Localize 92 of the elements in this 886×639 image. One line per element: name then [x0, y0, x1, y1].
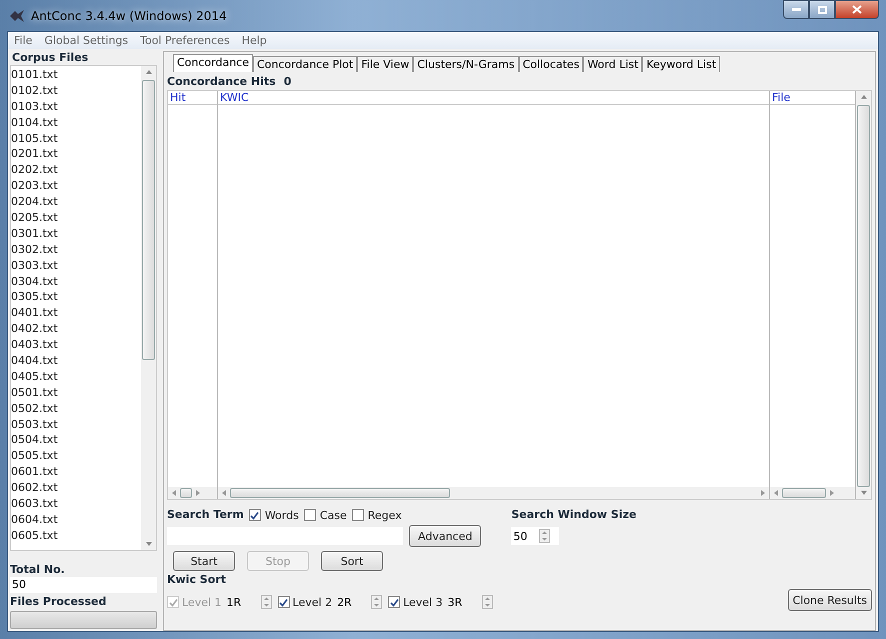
file-item[interactable]: 0601.txt — [11, 464, 141, 480]
file-item[interactable]: 0403.txt — [11, 337, 141, 354]
corpus-files-heading: Corpus Files — [12, 51, 90, 65]
vertical-scrollbar[interactable] — [856, 91, 871, 499]
file-item[interactable]: 0504.txt — [11, 432, 141, 448]
search-term-label: Search Term — [167, 508, 244, 522]
tab[interactable]: Word List — [583, 56, 642, 72]
file-item[interactable]: 0304.txt — [11, 274, 141, 290]
app-logo-icon — [9, 8, 25, 22]
spinner-arrows-icon[interactable] — [260, 595, 272, 609]
file-item[interactable]: 0603.txt — [11, 496, 141, 512]
file-item[interactable]: 0502.txt — [11, 400, 141, 417]
file-list[interactable] — [10, 65, 157, 551]
file-item[interactable]: 0303.txt — [11, 258, 141, 274]
file-item[interactable]: 0305.txt — [11, 289, 141, 306]
file-item[interactable]: 0404.txt — [11, 353, 141, 369]
scroll-left-icon[interactable] — [221, 489, 227, 497]
tab[interactable]: Concordance — [173, 54, 253, 72]
maximize-button[interactable] — [809, 0, 835, 19]
horizontal-scrollbar[interactable] — [168, 487, 217, 499]
scroll-right-icon[interactable] — [195, 489, 201, 497]
menu-item[interactable]: Help — [242, 34, 267, 47]
file-item[interactable]: 0604.txt — [11, 512, 141, 528]
checkbox-label: Regex — [368, 508, 402, 522]
file-item[interactable]: 0102.txt — [11, 82, 141, 99]
file-item[interactable]: 0203.txt — [11, 178, 141, 194]
horizontal-scrollbar[interactable] — [770, 487, 855, 499]
window-size-spinner[interactable]: 50 — [511, 527, 560, 545]
scroll-left-icon[interactable] — [773, 489, 779, 497]
file-item[interactable]: 0505.txt — [11, 448, 141, 464]
file-item[interactable]: 0301.txt — [11, 226, 141, 242]
tab[interactable]: File View — [357, 56, 414, 72]
file-item[interactable]: 0205.txt — [11, 210, 141, 226]
action-button[interactable]: Sort — [321, 551, 383, 571]
file-item[interactable]: 0401.txt — [11, 305, 141, 322]
file-item[interactable]: 0101.txt — [11, 67, 141, 83]
tab[interactable]: Keyword List — [642, 56, 720, 72]
file-item[interactable]: 0503.txt — [11, 416, 141, 432]
file-item[interactable]: 0302.txt — [11, 242, 141, 258]
file-item[interactable]: 0602.txt — [11, 480, 141, 496]
tab[interactable]: Clusters/N-Grams — [413, 56, 519, 72]
level-spinner[interactable]: 2R — [335, 593, 382, 611]
menu-item[interactable]: File — [14, 34, 32, 47]
vertical-scrollbar[interactable] — [141, 66, 156, 550]
file-item[interactable]: 0201.txt — [11, 146, 141, 162]
checkbox[interactable] — [304, 509, 316, 521]
minimize-icon — [792, 8, 800, 11]
level-spinner[interactable]: 3R — [446, 593, 493, 611]
hits-count: 0 — [284, 75, 292, 89]
action-button[interactable]: Start — [173, 551, 235, 571]
close-button[interactable] — [835, 0, 879, 19]
horizontal-scrollbar[interactable] — [218, 487, 769, 499]
file-item[interactable]: 0402.txt — [11, 321, 141, 338]
minimize-button[interactable] — [783, 0, 809, 19]
scroll-left-icon[interactable] — [171, 489, 177, 497]
hits-label: Concordance Hits — [167, 75, 276, 89]
spinner-arrows-icon[interactable] — [539, 529, 550, 543]
checkbox-label: Words — [264, 508, 299, 522]
checkbox[interactable] — [352, 509, 364, 521]
checkbox-label: Case — [320, 508, 347, 522]
checkbox[interactable] — [248, 509, 261, 521]
file-item[interactable]: 0405.txt — [11, 368, 141, 385]
maximize-icon — [818, 6, 826, 14]
checkbox-label: Level 3 — [403, 596, 443, 608]
total-field: 50 — [10, 577, 157, 593]
file-item[interactable]: 0605.txt — [11, 528, 141, 544]
close-icon — [852, 5, 862, 14]
scroll-right-icon[interactable] — [829, 489, 835, 497]
checkbox-label: Level 1 — [182, 596, 222, 608]
file-item[interactable]: 0501.txt — [11, 384, 141, 401]
checkbox[interactable] — [278, 596, 290, 608]
file-item[interactable]: 0103.txt — [11, 98, 141, 115]
kwic-sort-label: Kwic Sort — [167, 573, 227, 587]
menu-item[interactable]: Global Settings — [44, 34, 128, 47]
file-item[interactable]: 0202.txt — [11, 162, 141, 178]
checkbox-label: Level 2 — [292, 596, 332, 608]
total-label: Total No. — [10, 563, 66, 577]
file-item[interactable]: 0104.txt — [11, 114, 141, 131]
window-title: AntConc 3.4.4w (Windows) 2014 — [31, 8, 227, 22]
spinner-arrows-icon[interactable] — [482, 595, 493, 609]
spinner-arrows-icon[interactable] — [371, 595, 382, 609]
scroll-right-icon[interactable] — [760, 489, 766, 497]
file-item[interactable]: 0105.txt — [11, 130, 141, 146]
advanced-button[interactable]: Advanced — [409, 525, 482, 547]
clone-results-button[interactable]: Clone Results — [788, 589, 872, 611]
tab[interactable]: Concordance Plot — [253, 56, 358, 72]
file-item[interactable]: 0204.txt — [11, 194, 141, 210]
menu-item[interactable]: Tool Preferences — [140, 34, 230, 47]
search-window-size-label: Search Window Size — [511, 508, 636, 522]
files-processed-label: Files Processed — [10, 595, 108, 609]
checkbox[interactable] — [388, 596, 400, 608]
tab[interactable]: Collocates — [518, 56, 584, 72]
